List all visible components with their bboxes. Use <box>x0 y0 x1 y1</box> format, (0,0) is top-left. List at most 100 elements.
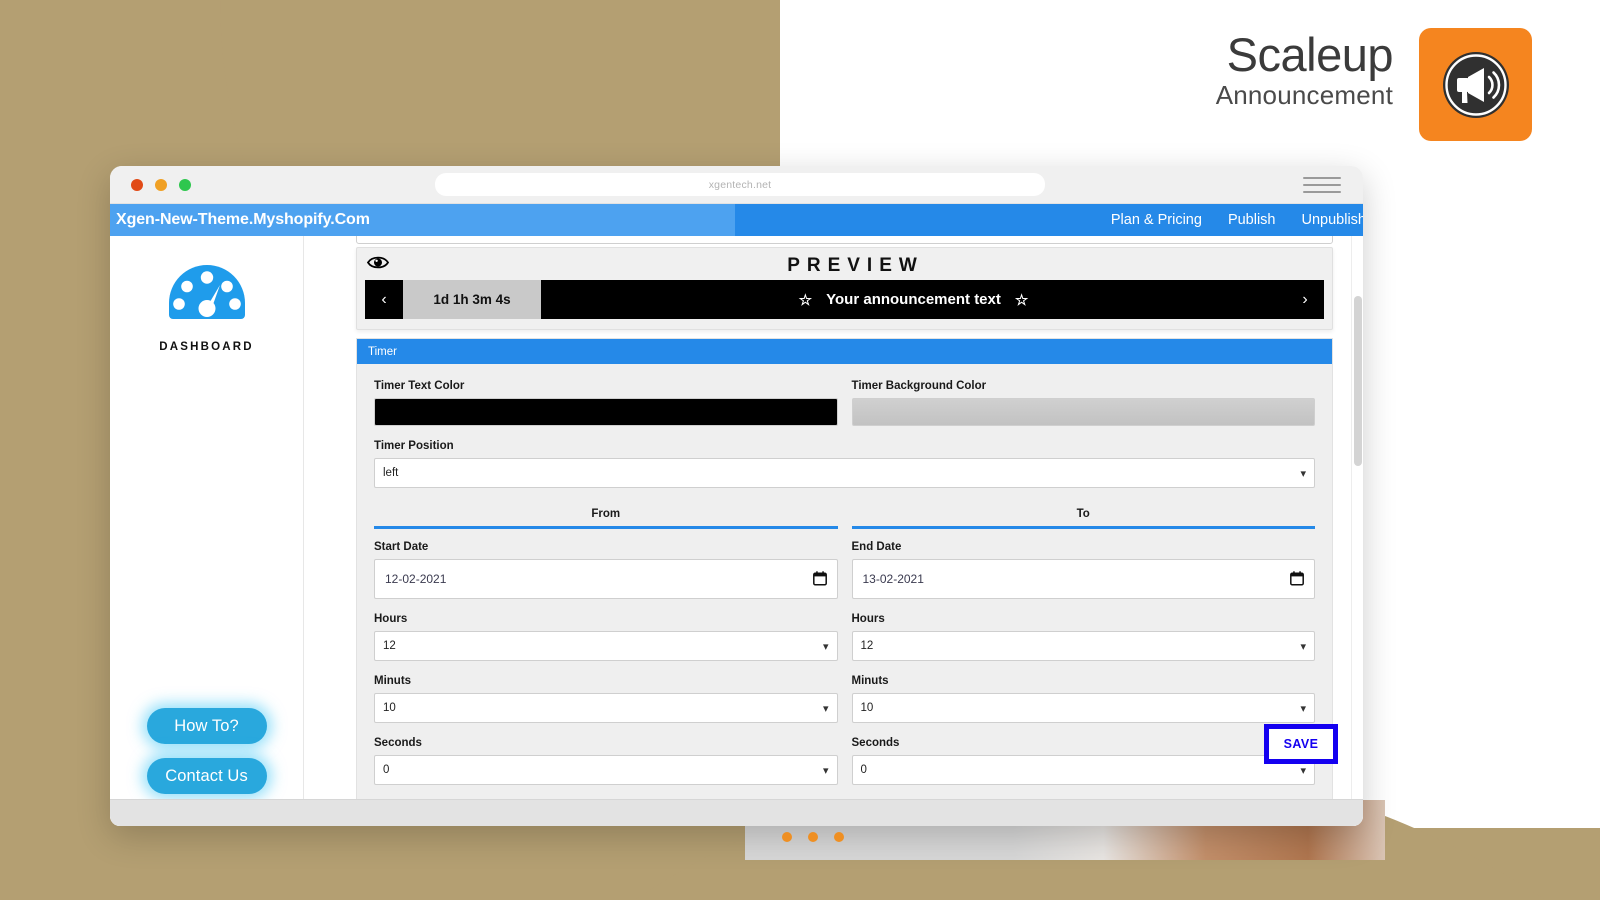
brand-text: Scaleup Announcement <box>1216 28 1393 113</box>
calendar-icon[interactable] <box>1290 571 1304 591</box>
timer-position-group: Timer Position ▾ <box>374 440 1315 488</box>
to-hours-group: Hours ▾ <box>852 613 1316 661</box>
from-seconds-label: Seconds <box>374 737 838 749</box>
from-minutes-select[interactable] <box>374 693 838 723</box>
browser-footer <box>110 799 1363 826</box>
star-left-icon: ☆ <box>799 291 812 309</box>
carousel-dot-2[interactable] <box>808 832 818 842</box>
preview-card: PREVIEW ‹ 1d 1h 3m 4s ☆ Your announcemen… <box>356 247 1333 330</box>
brand-title: Scaleup <box>1216 30 1393 79</box>
end-date-group: End Date 13-02-2021 <box>852 541 1316 599</box>
calendar-icon[interactable] <box>813 571 827 591</box>
from-minutes-select-wrap: ▾ <box>374 693 838 723</box>
contact-us-button[interactable]: Contact Us <box>147 758 267 794</box>
megaphone-icon <box>1440 49 1512 121</box>
minutes-row: Minuts ▾ Minuts <box>374 675 1315 723</box>
to-seconds-group: Seconds ▾ <box>852 737 1316 785</box>
sidebar-actions: How To? Contact Us <box>110 708 303 794</box>
timer-settings-card: Timer Timer Text Color Timer Background … <box>356 338 1333 826</box>
eye-icon[interactable] <box>367 255 389 275</box>
announcement-preview-bar: ‹ 1d 1h 3m 4s ☆ Your announcement text ☆… <box>365 280 1324 319</box>
from-hours-select[interactable] <box>374 631 838 661</box>
app-bar-left: Xgen-New-Theme.Myshopify.Com <box>110 204 735 236</box>
start-date-label: Start Date <box>374 541 838 553</box>
end-date-wrap: 13-02-2021 <box>852 559 1316 599</box>
preview-header: PREVIEW <box>365 252 1324 280</box>
seconds-row: Seconds ▾ Seconds <box>374 737 1315 785</box>
start-date-value: 12-02-2021 <box>385 572 446 586</box>
dashboard-logo-label: DASHBOARD <box>110 341 303 353</box>
timer-position-select[interactable] <box>374 458 1315 488</box>
timer-card-body: Timer Text Color Timer Background Color <box>357 364 1332 785</box>
how-to-button[interactable]: How To? <box>147 708 267 744</box>
date-row: Start Date 12-02-2021 <box>374 541 1315 599</box>
from-seconds-select-wrap: ▾ <box>374 755 838 785</box>
address-bar-url: xgentech.net <box>709 179 772 191</box>
tab-to[interactable]: To <box>852 508 1316 529</box>
clipped-select-above[interactable]: 10am ▾ <box>356 236 1333 244</box>
nav-publish[interactable]: Publish <box>1228 212 1276 228</box>
browser-chrome: xgentech.net <box>110 166 1363 204</box>
carousel-dot-3[interactable] <box>834 832 844 842</box>
app-body: DASHBOARD How To? Contact Us 10am ▾ <box>110 236 1363 826</box>
from-minutes-label: Minuts <box>374 675 838 687</box>
start-date-input[interactable]: 12-02-2021 <box>374 559 838 599</box>
from-to-tabs: From To <box>374 508 1315 529</box>
dashboard-logo: DASHBOARD <box>110 260 303 353</box>
browser-window: xgentech.net Xgen-New-Theme.Myshopify.Co… <box>110 166 1363 826</box>
from-hours-select-wrap: ▾ <box>374 631 838 661</box>
content-scroll-area: 10am ▾ <box>330 236 1343 826</box>
announcement-prev-arrow[interactable]: ‹ <box>365 280 403 319</box>
to-seconds-select-wrap: ▾ <box>852 755 1316 785</box>
start-date-group: Start Date 12-02-2021 <box>374 541 838 599</box>
brand-badge <box>1419 28 1532 141</box>
from-minutes-group: Minuts ▾ <box>374 675 838 723</box>
carousel-dots <box>782 832 844 842</box>
close-window-dot[interactable] <box>131 179 143 191</box>
to-seconds-label: Seconds <box>852 737 1316 749</box>
announcement-message: ☆ Your announcement text ☆ <box>541 280 1286 319</box>
tab-from[interactable]: From <box>374 508 838 529</box>
star-right-icon: ☆ <box>1015 291 1028 309</box>
announcement-next-arrow[interactable]: › <box>1286 280 1324 319</box>
sidebar: DASHBOARD How To? Contact Us <box>110 236 304 826</box>
nav-unpublish[interactable]: Unpublish <box>1302 212 1364 228</box>
timer-card-header: Timer <box>357 339 1332 364</box>
timer-text-color-group: Timer Text Color <box>374 380 838 426</box>
vertical-scrollbar[interactable] <box>1351 236 1363 826</box>
address-bar[interactable]: xgentech.net <box>435 173 1045 196</box>
hamburger-icon[interactable] <box>1303 177 1341 193</box>
to-minutes-select[interactable] <box>852 693 1316 723</box>
shop-title: Xgen-New-Theme.Myshopify.Com <box>116 211 370 229</box>
brand-subtitle: Announcement <box>1216 79 1393 113</box>
from-seconds-group: Seconds ▾ <box>374 737 838 785</box>
vertical-scrollbar-thumb[interactable] <box>1354 296 1362 466</box>
to-seconds-select[interactable] <box>852 755 1316 785</box>
minimize-window-dot[interactable] <box>155 179 167 191</box>
start-date-wrap: 12-02-2021 <box>374 559 838 599</box>
end-date-value: 13-02-2021 <box>863 572 924 586</box>
end-date-input[interactable]: 13-02-2021 <box>852 559 1316 599</box>
to-hours-select[interactable] <box>852 631 1316 661</box>
preview-heading: PREVIEW <box>365 255 1324 277</box>
timer-position-label: Timer Position <box>374 440 1315 452</box>
maximize-window-dot[interactable] <box>179 179 191 191</box>
timer-background-color-label: Timer Background Color <box>852 380 1316 392</box>
to-minutes-label: Minuts <box>852 675 1316 687</box>
announcement-countdown: 1d 1h 3m 4s <box>403 280 541 319</box>
app-bar-nav: Plan & Pricing Publish Unpublish <box>735 204 1363 236</box>
announcement-text: Your announcement text <box>826 291 1001 308</box>
to-minutes-group: Minuts ▾ <box>852 675 1316 723</box>
timer-position-select-wrap: ▾ <box>374 458 1315 488</box>
timer-background-color-swatch[interactable] <box>852 398 1316 426</box>
timer-background-color-group: Timer Background Color <box>852 380 1316 426</box>
carousel-dot-1[interactable] <box>782 832 792 842</box>
end-date-label: End Date <box>852 541 1316 553</box>
from-seconds-select[interactable] <box>374 755 838 785</box>
to-hours-select-wrap: ▾ <box>852 631 1316 661</box>
brand-lockup: Scaleup Announcement <box>1216 28 1532 141</box>
timer-text-color-swatch[interactable] <box>374 398 838 426</box>
main-content: 10am ▾ <box>304 236 1363 826</box>
save-button[interactable]: SAVE <box>1264 724 1338 764</box>
nav-plan-pricing[interactable]: Plan & Pricing <box>1111 212 1202 228</box>
